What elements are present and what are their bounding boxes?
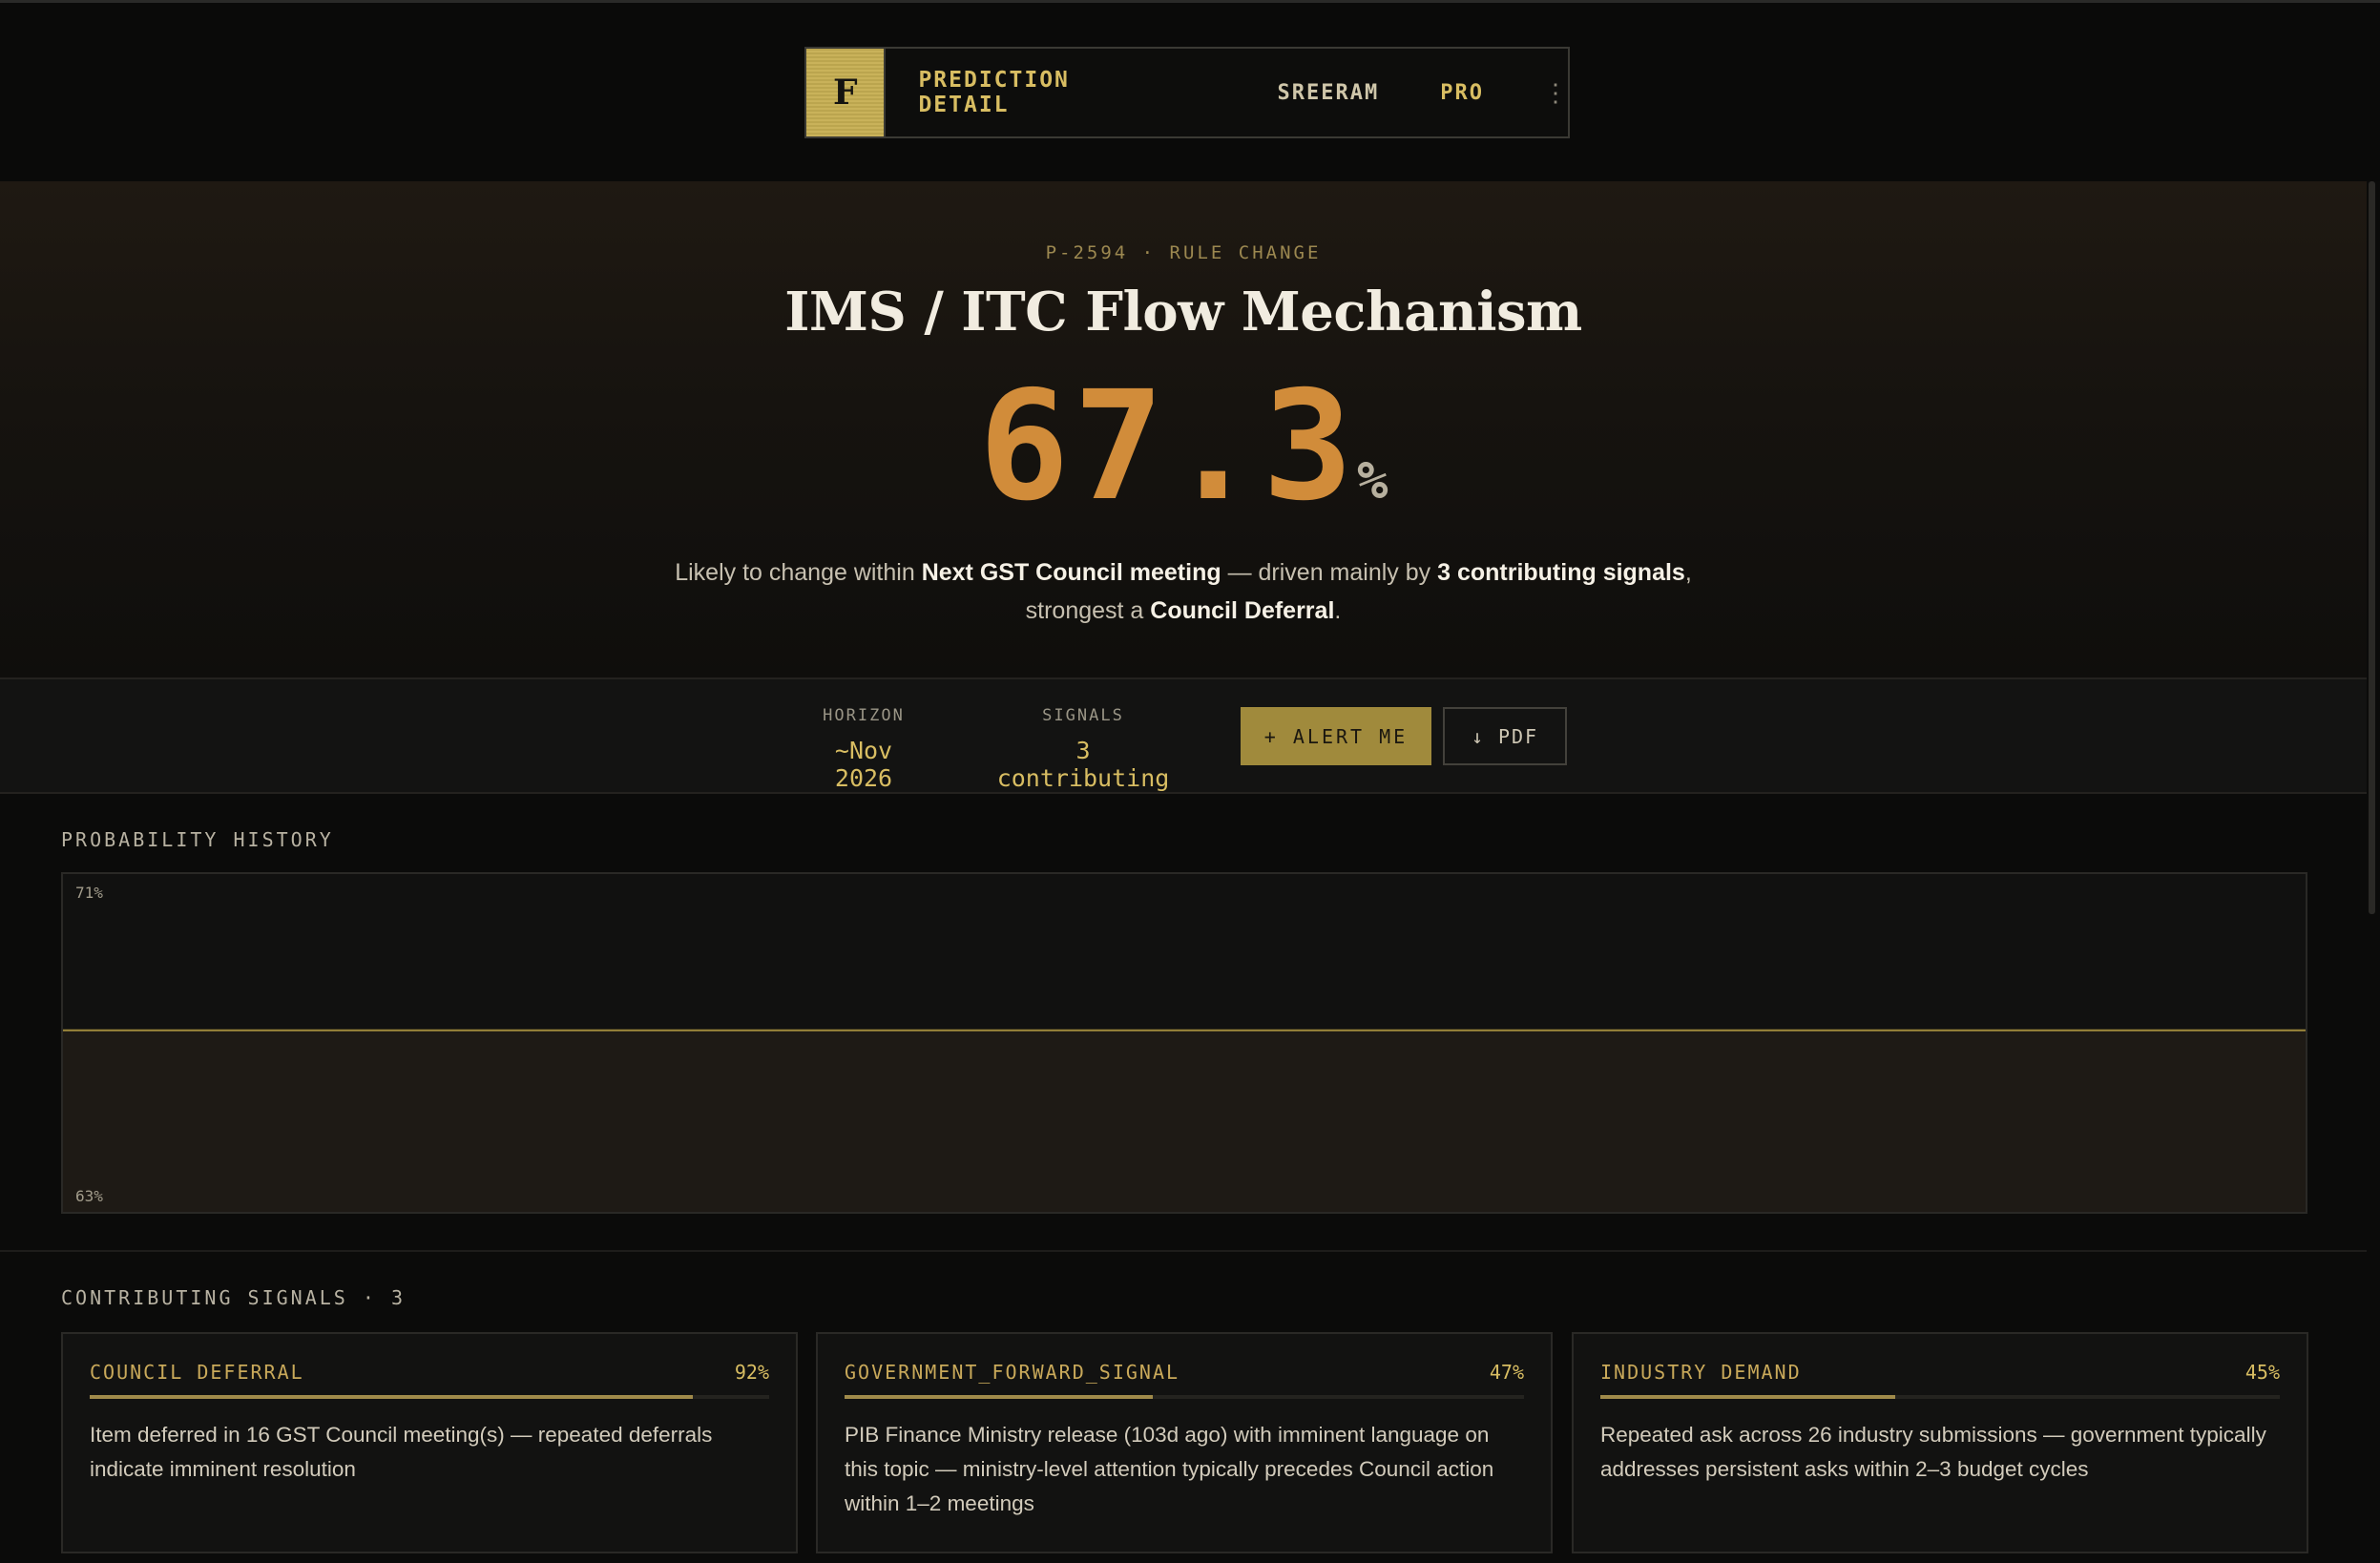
more-options-icon[interactable]: ⋮ xyxy=(1543,78,1568,108)
history-area xyxy=(63,1030,2306,1212)
signal-weight-bar xyxy=(1600,1395,2280,1399)
signal-card[interactable]: COUNCIL DEFERRAL 92% Item deferred in 16… xyxy=(61,1332,798,1553)
top-bar: F PREDICTION DETAIL SREERAM PRO ⋮ xyxy=(0,0,2380,181)
prediction-id-kicker: P-2594 · RULE CHANGE xyxy=(1045,242,1322,263)
signal-card[interactable]: INDUSTRY DEMAND 45% Repeated ask across … xyxy=(1572,1332,2308,1553)
signals-stat: SIGNALS 3 contributing xyxy=(983,706,1183,792)
summary-text: Likely to change within xyxy=(675,559,922,586)
y-axis-max-label: 71% xyxy=(75,884,103,902)
user-name[interactable]: SREERAM xyxy=(1278,81,1380,105)
summary-strongest-signal: Council Deferral xyxy=(1150,597,1335,624)
page-scrollbar[interactable] xyxy=(2369,181,2375,914)
signals-section-label: CONTRIBUTING SIGNALS · 3 xyxy=(61,1286,406,1309)
signal-weight-bar xyxy=(90,1395,769,1399)
summary-text: — driven mainly by xyxy=(1221,559,1438,586)
history-chart-svg xyxy=(63,1029,2306,1212)
summary-signal-count: 3 contributing signals xyxy=(1437,559,1685,586)
horizon-stat: HORIZON ~Nov 2026 xyxy=(802,706,926,792)
probability-history-chart: 71% 63% xyxy=(61,872,2307,1214)
history-section-label: PROBABILITY HISTORY xyxy=(61,828,334,851)
stats-bar: HORIZON ~Nov 2026 SIGNALS 3 contributing… xyxy=(0,679,2367,794)
horizon-label: HORIZON xyxy=(823,706,905,725)
signals-label: SIGNALS xyxy=(1042,706,1124,725)
signal-weight: 47% xyxy=(1489,1361,1524,1384)
signal-name: COUNCIL DEFERRAL xyxy=(90,1361,304,1384)
signal-card[interactable]: GOVERNMENT_FORWARD_SIGNAL 47% PIB Financ… xyxy=(816,1332,1553,1553)
summary-text: . xyxy=(1334,597,1342,624)
signals-value: 3 contributing xyxy=(996,737,1170,792)
summary-text: strongest a xyxy=(1025,597,1151,624)
signal-description: PIB Finance Ministry release (103d ago) … xyxy=(845,1423,1494,1515)
signal-weight-fill xyxy=(845,1395,1154,1399)
summary-horizon: Next GST Council meeting xyxy=(921,559,1221,586)
summary-text: , xyxy=(1684,559,1692,586)
prediction-summary: Likely to change within Next GST Council… xyxy=(534,553,1832,630)
probability-value: 67.3% xyxy=(0,370,2367,557)
signal-weight-bar xyxy=(845,1395,1524,1399)
signal-weight-fill xyxy=(1600,1395,1896,1399)
horizon-value: ~Nov 2026 xyxy=(834,737,893,792)
brand-logo[interactable]: F xyxy=(806,49,887,136)
nav-pill: F PREDICTION DETAIL SREERAM PRO ⋮ xyxy=(804,47,1570,138)
probability-number: 67.3 xyxy=(978,359,1357,534)
alert-me-button[interactable]: + ALERT ME xyxy=(1241,707,1431,765)
download-pdf-button[interactable]: ↓ PDF xyxy=(1443,707,1567,765)
y-axis-min-label: 63% xyxy=(75,1187,103,1205)
signal-weight: 45% xyxy=(2244,1361,2280,1384)
prediction-hero: P-2594 · RULE CHANGE IMS / ITC Flow Mech… xyxy=(0,181,2367,679)
signal-weight-fill xyxy=(90,1395,694,1399)
prediction-title: IMS / ITC Flow Mechanism xyxy=(784,281,1582,344)
signal-description: Repeated ask across 26 industry submissi… xyxy=(1600,1423,2266,1481)
signal-name: GOVERNMENT_FORWARD_SIGNAL xyxy=(845,1361,1180,1384)
page-title: PREDICTION DETAIL xyxy=(918,68,1070,117)
probability-percent-sign: % xyxy=(1356,450,1388,511)
plan-badge: PRO xyxy=(1440,80,1484,105)
section-divider xyxy=(0,1250,2367,1252)
signal-name: INDUSTRY DEMAND xyxy=(1600,1361,1802,1384)
signal-description: Item deferred in 16 GST Council meeting(… xyxy=(90,1423,713,1481)
signal-weight: 92% xyxy=(734,1361,769,1384)
